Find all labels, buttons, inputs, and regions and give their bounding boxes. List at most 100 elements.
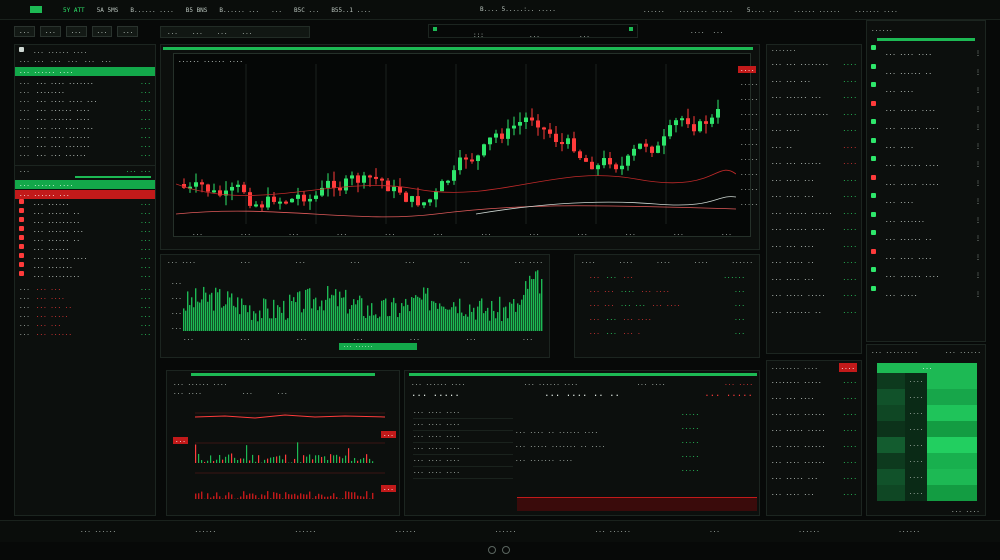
small-line-chart[interactable] bbox=[195, 403, 385, 503]
heatmap-row[interactable]: .... bbox=[877, 485, 977, 501]
info-row[interactable]: ... ...... .......... bbox=[771, 205, 857, 222]
menu-dots-icon[interactable]: ⋮ bbox=[975, 101, 981, 120]
candle[interactable] bbox=[260, 204, 264, 208]
bottom-status-item[interactable]: ... ...... bbox=[80, 527, 116, 534]
candle[interactable] bbox=[338, 187, 342, 191]
candle[interactable] bbox=[410, 196, 414, 202]
info-row[interactable]: ... ... .......... bbox=[771, 155, 857, 172]
quote-row[interactable]: ... ... ... ... ... ....... bbox=[589, 298, 745, 312]
top-right-item[interactable]: ........ ...... bbox=[679, 7, 733, 14]
menu-dots-icon[interactable]: ⋮ bbox=[975, 193, 981, 212]
candle[interactable] bbox=[212, 190, 216, 193]
volume-header-item[interactable]: ... bbox=[404, 257, 415, 266]
candle[interactable] bbox=[326, 180, 330, 188]
info-row[interactable]: ... ...... ........ bbox=[771, 221, 857, 238]
info-row[interactable]: ... ........ bbox=[771, 122, 857, 139]
info-row[interactable]: ... .... ....... bbox=[771, 271, 857, 288]
quotes-header-item[interactable]: .... bbox=[694, 257, 708, 266]
candle[interactable] bbox=[356, 175, 360, 183]
file-icon[interactable]: ... bbox=[14, 26, 35, 37]
grid-icon[interactable]: ... bbox=[91, 26, 113, 37]
orders-header-item[interactable]: ... .... bbox=[724, 379, 753, 388]
info-row[interactable]: ... ... ....... bbox=[771, 73, 857, 90]
toolbar-right-button[interactable]: .... bbox=[690, 28, 704, 35]
candle[interactable] bbox=[602, 158, 606, 166]
list-item[interactable]: ... ... ...... ....... bbox=[19, 105, 151, 114]
list-item[interactable]: ... ......... bbox=[19, 244, 151, 253]
order-row[interactable]: ... .... .... bbox=[413, 419, 513, 431]
candle[interactable] bbox=[416, 196, 420, 206]
candle[interactable] bbox=[650, 146, 654, 153]
candle[interactable] bbox=[536, 120, 540, 128]
candle[interactable] bbox=[458, 157, 462, 171]
candle[interactable] bbox=[614, 164, 618, 170]
order-row[interactable]: ... .... .... bbox=[413, 443, 513, 455]
info-row[interactable]: ........ ......... bbox=[771, 374, 857, 390]
volume-badge[interactable]: ... ...... bbox=[339, 343, 417, 350]
candle[interactable] bbox=[440, 181, 444, 192]
candle[interactable] bbox=[524, 117, 528, 123]
candle[interactable] bbox=[494, 133, 498, 138]
list-item[interactable]: ... ... ... ..... bbox=[19, 302, 151, 311]
candle[interactable] bbox=[572, 138, 576, 152]
news-row[interactable]: ... .... ⋮ bbox=[871, 137, 981, 157]
info-row[interactable]: ... .... .......... bbox=[771, 438, 857, 454]
candle[interactable] bbox=[380, 178, 384, 181]
order-row[interactable]: ... .... .... bbox=[413, 467, 513, 479]
candle[interactable] bbox=[290, 198, 294, 203]
heatmap-row[interactable]: .... bbox=[877, 437, 977, 453]
dollar-icon[interactable]: ... bbox=[39, 26, 61, 37]
quotes-header-item[interactable]: .... bbox=[581, 257, 595, 266]
info-row[interactable]: ... ...... ......... bbox=[771, 106, 857, 123]
info-row[interactable]: ... ..... ....... bbox=[771, 470, 857, 486]
top-right-item[interactable]: ...... ...... bbox=[793, 7, 840, 14]
news-row[interactable]: ... .... ⋮ bbox=[871, 82, 981, 101]
candle[interactable] bbox=[668, 125, 672, 137]
list-item[interactable]: ... ... ......... bbox=[19, 329, 151, 338]
volume-header-item[interactable]: ... .... bbox=[167, 257, 196, 266]
info-row[interactable]: ... .... .......... bbox=[771, 406, 857, 422]
list-item[interactable]: ... ... ...... bbox=[19, 320, 151, 329]
list-item[interactable]: ... ... ...... bbox=[19, 284, 151, 293]
candle[interactable] bbox=[638, 143, 642, 149]
toolbar-center-left[interactable]: ::: bbox=[473, 32, 484, 39]
candle[interactable] bbox=[686, 118, 690, 125]
list-item[interactable]: ... ............ bbox=[19, 217, 151, 226]
info-row[interactable]: ... ... ........ bbox=[771, 390, 857, 406]
top-right-item[interactable]: ...... bbox=[643, 7, 665, 14]
bottom-status-item[interactable]: ...... bbox=[898, 527, 920, 534]
heatmap-row[interactable]: .... bbox=[877, 421, 977, 437]
bottom-status-item[interactable]: ...... bbox=[194, 527, 216, 534]
candle[interactable] bbox=[446, 180, 450, 183]
candle[interactable] bbox=[464, 157, 468, 160]
list-item[interactable]: ... ...... ..... bbox=[19, 235, 151, 244]
menu-dots-icon[interactable]: ⋮ bbox=[975, 45, 981, 64]
candle[interactable] bbox=[350, 175, 354, 179]
volume-header-item[interactable]: ... .... bbox=[514, 257, 543, 266]
info-row[interactable]: ... ..... ...... bbox=[771, 254, 857, 271]
left-tab[interactable]: ... bbox=[101, 56, 112, 65]
heatmap-row[interactable]: .... bbox=[877, 373, 977, 389]
info-row[interactable]: ... ..... ......... bbox=[771, 422, 857, 438]
candle[interactable] bbox=[608, 158, 612, 165]
candle[interactable] bbox=[530, 117, 534, 121]
bottom-status-item[interactable]: ...... bbox=[495, 527, 517, 534]
info-row[interactable]: ... ... ........ bbox=[771, 238, 857, 255]
candle[interactable] bbox=[674, 120, 678, 126]
candle[interactable] bbox=[554, 133, 558, 142]
bottom-status-item[interactable]: ... bbox=[709, 527, 720, 534]
candle[interactable] bbox=[230, 186, 234, 191]
top-menu-item[interactable]: 5A 5MS bbox=[97, 7, 119, 14]
orders-alert-bar[interactable] bbox=[517, 497, 757, 511]
candle[interactable] bbox=[578, 151, 582, 159]
menu-dots-icon[interactable]: ⋮ bbox=[975, 230, 981, 249]
left-lower-tab[interactable]: ... ...... ... bbox=[15, 190, 155, 199]
candle[interactable] bbox=[584, 158, 588, 162]
candle[interactable] bbox=[692, 124, 696, 132]
volume-chart[interactable] bbox=[183, 267, 545, 331]
news-row[interactable]: ... ...... .... ⋮ bbox=[871, 156, 981, 175]
info-row[interactable]: ... ... ............ bbox=[771, 56, 857, 73]
news-row[interactable]: ... .... .... ⋮ bbox=[871, 45, 981, 64]
volume-header-item[interactable]: ... bbox=[459, 257, 470, 266]
list-item[interactable]: ... ... .... .......... bbox=[19, 78, 151, 87]
